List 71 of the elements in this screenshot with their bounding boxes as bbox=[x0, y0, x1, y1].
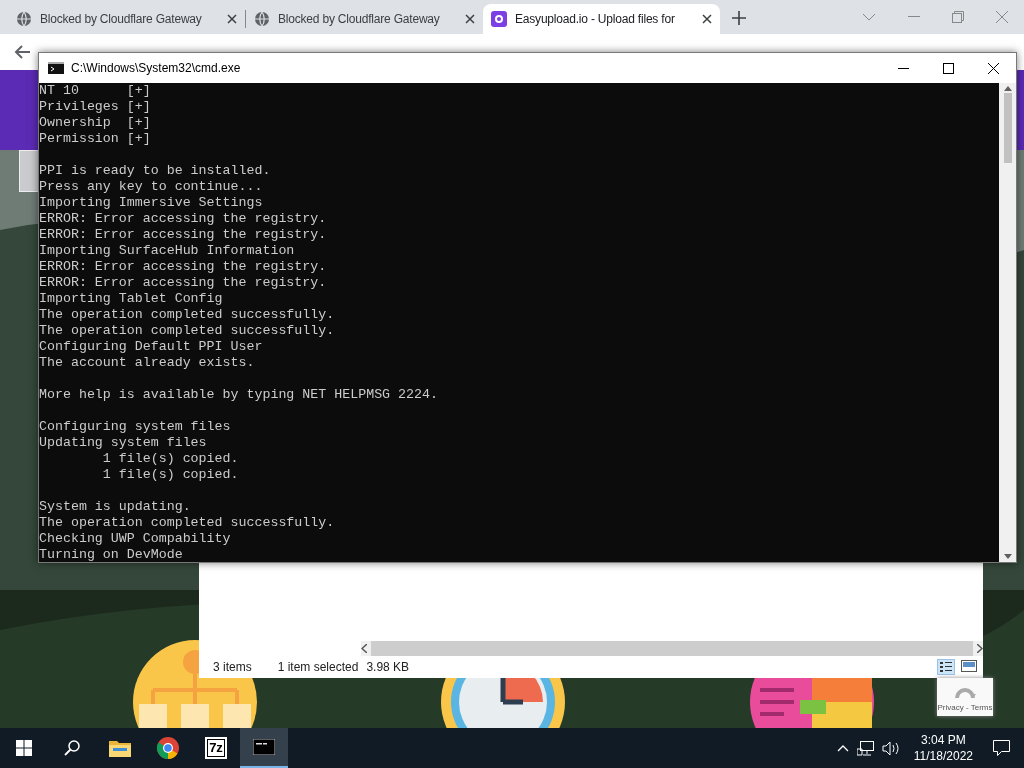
console-line: The operation completed successfully. bbox=[39, 307, 335, 323]
console-line: Importing Tablet Config bbox=[39, 291, 223, 307]
console-icon bbox=[48, 62, 64, 74]
item-count: 3 items bbox=[213, 660, 252, 674]
globe-icon bbox=[16, 11, 32, 27]
console-line: Importing Immersive Settings bbox=[39, 195, 263, 211]
upload-icon bbox=[491, 11, 507, 27]
scroll-left-icon[interactable] bbox=[361, 644, 367, 653]
close-icon[interactable] bbox=[702, 14, 712, 24]
notification-icon[interactable] bbox=[993, 740, 1010, 756]
console-line: Importing SurfaceHub Information bbox=[39, 243, 295, 259]
clock-date: 11/18/2022 bbox=[913, 748, 973, 764]
console-line: The operation completed successfully. bbox=[39, 323, 335, 339]
details-view-icon[interactable] bbox=[937, 659, 955, 675]
console-line: Press any key to continue... bbox=[39, 179, 263, 195]
scroll-down-icon[interactable] bbox=[1003, 554, 1012, 559]
console-line: Permission [+] bbox=[39, 131, 151, 147]
console-line: Turning on DevMode bbox=[39, 547, 183, 562]
new-tab-icon[interactable] bbox=[732, 11, 746, 25]
console-line: Ownership [+] bbox=[39, 115, 151, 131]
chrome-icon bbox=[157, 737, 179, 759]
search-icon[interactable] bbox=[64, 740, 80, 756]
scroll-right-icon[interactable] bbox=[977, 644, 983, 653]
file-size: 3.98 KB bbox=[366, 660, 410, 674]
window-title: C:\Windows\System32\cmd.exe bbox=[71, 61, 241, 75]
scrollbar-thumb[interactable] bbox=[1003, 93, 1012, 163]
browser-tab[interactable]: Blocked by Cloudflare Gateway bbox=[8, 4, 245, 34]
restore-icon[interactable] bbox=[952, 11, 964, 23]
taskbar-app[interactable]: 7z bbox=[192, 728, 240, 768]
console-line: ERROR: Error accessing the registry. bbox=[39, 275, 327, 291]
browser-tab[interactable]: Blocked by Cloudflare Gateway bbox=[246, 4, 483, 34]
console-line: ERROR: Error accessing the registry. bbox=[39, 259, 327, 275]
chevron-down-icon[interactable] bbox=[862, 13, 876, 21]
privacy-terms-link[interactable]: Privacy - Terms bbox=[937, 703, 993, 712]
console-line: The operation completed successfully. bbox=[39, 515, 335, 531]
console-line: ERROR: Error accessing the registry. bbox=[39, 227, 327, 243]
minimize-icon[interactable] bbox=[898, 67, 909, 69]
windows-start-icon[interactable] bbox=[16, 740, 32, 756]
close-icon[interactable] bbox=[227, 14, 237, 24]
console-line: Checking UWP Compability bbox=[39, 531, 231, 547]
console-line: Privileges [+] bbox=[39, 99, 151, 115]
scroll-up-icon[interactable] bbox=[1003, 86, 1012, 91]
console-line: System is updating. bbox=[39, 499, 191, 515]
close-icon[interactable] bbox=[988, 62, 999, 74]
console-line: Configuring Default PPI User bbox=[39, 339, 263, 355]
archive-app-icon: 7z bbox=[205, 737, 227, 759]
console-line: Configuring system files bbox=[39, 419, 231, 435]
clock-time: 3:04 PM bbox=[921, 732, 966, 748]
console-line: More help is available by typing NET HELPMSG 2224. bbox=[39, 387, 438, 403]
console-line: NT 10 [+] bbox=[39, 83, 151, 99]
console-line: Updating system files bbox=[39, 435, 207, 451]
taskbar-app[interactable] bbox=[240, 728, 288, 768]
console-line: PPI is ready to be installed. bbox=[39, 163, 271, 179]
scrollbar-thumb[interactable] bbox=[371, 641, 973, 656]
globe-icon bbox=[254, 11, 270, 27]
console-line: 1 file(s) copied. bbox=[101, 451, 239, 467]
selection-status: 1 item selected bbox=[277, 660, 359, 674]
browser-tab[interactable]: Easyupload.io - Upload files for bbox=[483, 4, 720, 34]
console-line: ERROR: Error accessing the registry. bbox=[39, 211, 327, 227]
volume-icon[interactable] bbox=[881, 740, 900, 756]
console-line: 1 file(s) copied. bbox=[101, 467, 239, 483]
large-icons-view-icon[interactable] bbox=[961, 659, 977, 673]
maximize-icon[interactable] bbox=[943, 62, 954, 74]
recaptcha-icon bbox=[954, 688, 976, 700]
network-icon[interactable] bbox=[856, 740, 874, 756]
console-line: The account already exists. bbox=[39, 355, 255, 371]
chevron-up-icon[interactable] bbox=[836, 744, 849, 752]
folder-icon bbox=[109, 739, 131, 757]
close-icon[interactable] bbox=[465, 14, 475, 24]
back-icon[interactable] bbox=[14, 45, 30, 59]
console-icon bbox=[253, 739, 275, 755]
